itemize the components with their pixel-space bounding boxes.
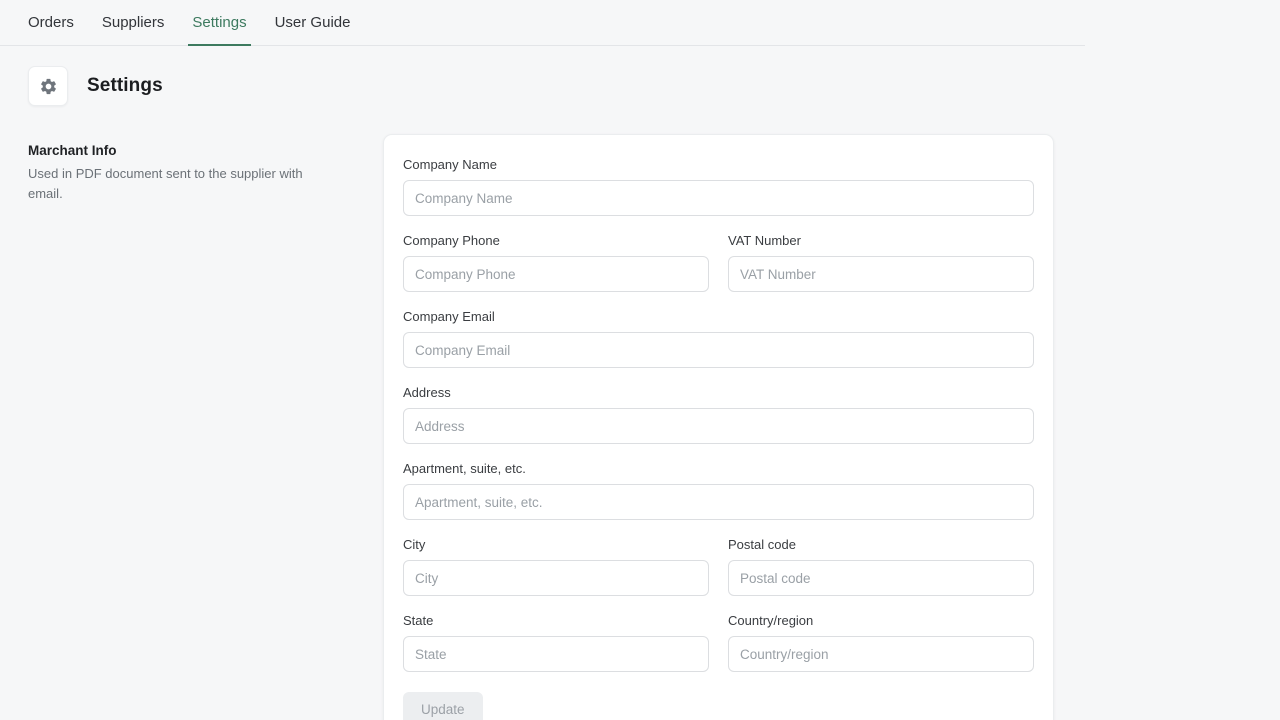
state-input[interactable]: [403, 636, 709, 672]
label-country-region: Country/region: [728, 613, 1034, 628]
row-city-postal: City Postal code: [403, 537, 1034, 596]
company-name-input[interactable]: [403, 180, 1034, 216]
label-company-email: Company Email: [403, 309, 1034, 324]
page-header: Settings: [0, 46, 1085, 106]
page-container: Orders Suppliers Settings User Guide Set…: [0, 0, 1085, 720]
vat-number-input[interactable]: [728, 256, 1034, 292]
label-apartment: Apartment, suite, etc.: [403, 461, 1034, 476]
merchant-info-form-card: Company Name Company Phone VAT Number Co…: [383, 134, 1054, 720]
settings-body: Marchant Info Used in PDF document sent …: [0, 106, 1085, 720]
update-button[interactable]: Update: [403, 692, 483, 720]
tab-suppliers-label: Suppliers: [102, 14, 165, 31]
label-city: City: [403, 537, 709, 552]
tab-settings-label: Settings: [192, 14, 246, 31]
field-state: State: [403, 613, 709, 672]
company-phone-input[interactable]: [403, 256, 709, 292]
field-country-region: Country/region: [728, 613, 1034, 672]
merchant-info-section: Marchant Info Used in PDF document sent …: [28, 134, 383, 204]
tab-settings[interactable]: Settings: [178, 0, 260, 45]
label-company-phone: Company Phone: [403, 233, 709, 248]
form-actions: Update: [403, 692, 1034, 720]
row-state-country: State Country/region: [403, 613, 1034, 672]
gear-icon: [28, 66, 68, 106]
label-vat-number: VAT Number: [728, 233, 1034, 248]
postal-code-input[interactable]: [728, 560, 1034, 596]
tab-suppliers[interactable]: Suppliers: [88, 0, 179, 45]
main-navigation-tabs: Orders Suppliers Settings User Guide: [0, 0, 1085, 46]
tab-orders-label: Orders: [28, 14, 74, 31]
tab-user-guide[interactable]: User Guide: [261, 0, 365, 45]
company-email-input[interactable]: [403, 332, 1034, 368]
tab-orders[interactable]: Orders: [14, 0, 88, 45]
field-company-email: Company Email: [403, 309, 1034, 368]
label-postal-code: Postal code: [728, 537, 1034, 552]
row-phone-vat: Company Phone VAT Number: [403, 233, 1034, 292]
field-company-name: Company Name: [403, 157, 1034, 216]
field-apartment: Apartment, suite, etc.: [403, 461, 1034, 520]
apartment-input[interactable]: [403, 484, 1034, 520]
address-input[interactable]: [403, 408, 1034, 444]
label-company-name: Company Name: [403, 157, 1034, 172]
tab-user-guide-label: User Guide: [275, 14, 351, 31]
field-address: Address: [403, 385, 1034, 444]
label-address: Address: [403, 385, 1034, 400]
field-city: City: [403, 537, 709, 596]
country-region-input[interactable]: [728, 636, 1034, 672]
city-input[interactable]: [403, 560, 709, 596]
label-state: State: [403, 613, 709, 628]
page-title: Settings: [87, 75, 163, 97]
merchant-info-description: Used in PDF document sent to the supplie…: [28, 164, 320, 204]
field-company-phone: Company Phone: [403, 233, 709, 292]
field-postal-code: Postal code: [728, 537, 1034, 596]
merchant-info-title: Marchant Info: [28, 143, 383, 158]
field-vat-number: VAT Number: [728, 233, 1034, 292]
